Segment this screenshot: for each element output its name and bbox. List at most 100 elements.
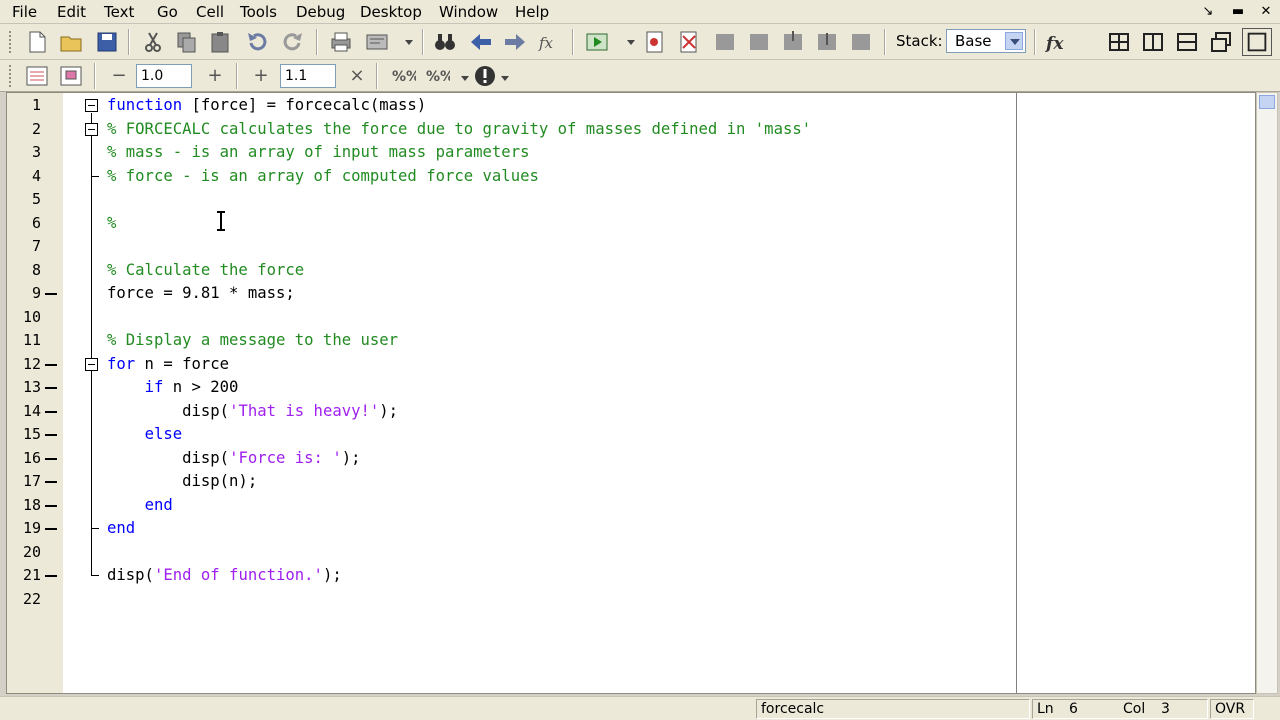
stack-select[interactable]: Base [946,29,1026,53]
multiply-button[interactable]: × [346,64,368,88]
save-icon[interactable] [94,29,120,55]
code-line[interactable]: 9 force = 9.81 * mass; [7,282,1255,306]
breakpoint-dash-marker[interactable] [45,363,57,366]
cut-icon[interactable] [140,29,166,55]
evaluate-cell-icon[interactable] [58,63,84,89]
increment-plus-button[interactable]: + [250,64,272,88]
fold-toggle-icon[interactable] [85,99,98,112]
undock-icon[interactable]: ↘ [1198,2,1218,22]
code-line[interactable]: 3 % mass - is an array of input mass para… [7,141,1255,165]
code-line[interactable]: 22 [7,588,1255,612]
toolbar-grip[interactable] [8,30,12,54]
close-icon[interactable]: ✕ [1256,2,1276,22]
code-line[interactable]: 12 for n = force [7,353,1255,377]
forward-arrow-icon[interactable] [502,29,528,55]
divide-plus-button[interactable]: + [204,64,226,88]
menu-window[interactable]: Window [439,2,498,22]
find-binoculars-icon[interactable] [432,29,458,55]
tile-grid-icon[interactable] [1106,29,1132,55]
split-horizontal-icon[interactable] [1174,29,1200,55]
menu-debug[interactable]: Debug [296,2,345,22]
breakpoint-dash-marker[interactable] [45,504,57,507]
code-line[interactable]: 7 [7,235,1255,259]
step-out-icon[interactable] [780,29,806,55]
back-arrow-icon[interactable] [468,29,494,55]
decrement-value-field[interactable]: 1.0 [136,64,192,88]
open-folder-icon[interactable] [58,29,84,55]
code-line[interactable]: 13 if n > 200 [7,376,1255,400]
paste-icon[interactable] [208,29,234,55]
increment-value-field[interactable]: 1.1 [280,64,336,88]
code-line[interactable]: 16 disp('Force is: '); [7,447,1255,471]
code-line[interactable]: 6% [7,212,1255,236]
breakpoint-dash-marker[interactable] [45,387,57,389]
menu-go[interactable]: Go [157,2,178,22]
cell-percent-plus-icon[interactable]: %% [390,63,416,89]
breakpoint-dash-marker[interactable] [45,410,57,413]
maximize-document-icon[interactable] [1242,28,1272,56]
dropdown-arrow-icon[interactable] [618,29,644,55]
breakpoint-dash-marker[interactable] [45,575,57,577]
exit-debug-icon[interactable] [848,29,874,55]
step-icon[interactable] [712,29,738,55]
step-in-icon[interactable] [746,29,772,55]
toolbar-grip[interactable] [8,64,12,88]
menu-desktop[interactable]: Desktop [360,2,422,22]
menu-text[interactable]: Text [104,2,134,22]
code-line[interactable]: 10 [7,306,1255,330]
code-line[interactable]: 20 [7,541,1255,565]
dropdown-arrow-icon[interactable] [492,63,518,89]
line-number: 18 [22,495,41,514]
menu-file[interactable]: File [12,2,37,22]
vertical-scrollbar[interactable] [1256,92,1278,694]
chevron-down-icon[interactable] [1005,32,1023,50]
code-editor[interactable]: 1 function [force] = forcecalc(mass) 2 % FO… [6,92,1256,694]
menu-edit[interactable]: Edit [57,2,86,22]
code-line[interactable]: 18 end [7,494,1255,518]
code-line[interactable]: 17 disp(n); [7,470,1255,494]
float-window-icon[interactable] [1208,29,1234,55]
fold-toggle-icon[interactable] [85,122,98,136]
code-line[interactable]: 14 disp('That is heavy!'); [7,400,1255,424]
print-icon[interactable] [328,29,354,55]
menu-cell[interactable]: Cell [196,2,224,22]
fold-end-marker [91,164,99,177]
breakpoint-dash-marker[interactable] [45,457,57,460]
fx-icon[interactable]: fx [1044,29,1070,55]
dropdown-arrow-icon[interactable] [396,29,422,55]
clear-breakpoints-icon[interactable] [676,29,702,55]
set-breakpoint-icon[interactable] [642,29,668,55]
code-line[interactable]: 11 % Display a message to the user [7,329,1255,353]
copy-icon[interactable] [174,29,200,55]
menu-tools[interactable]: Tools [240,2,277,22]
undo-icon[interactable] [244,29,270,55]
function-browser-icon[interactable]: fx [536,29,562,55]
publish-icon[interactable] [364,29,390,55]
code-line[interactable]: 5 [7,188,1255,212]
redo-icon[interactable] [280,29,306,55]
new-file-icon[interactable] [24,29,50,55]
scroll-up-icon[interactable] [1259,95,1275,109]
code-line[interactable]: 2 % FORCECALC calculates the force due to… [7,118,1255,142]
menu-help[interactable]: Help [515,2,549,22]
continue-icon[interactable] [814,29,840,55]
minimize-icon[interactable]: ▬ [1228,2,1248,22]
run-icon[interactable] [584,29,610,55]
breakpoint-dash-marker[interactable] [45,481,57,483]
code-line[interactable]: 21 disp('End of function.'); [7,564,1255,588]
code-token: force = 9.81 * mass; [107,284,295,302]
cell-percent-minus-icon[interactable]: %% [424,63,450,89]
code-line[interactable]: 15 else [7,423,1255,447]
code-line[interactable]: 4 % force - is an array of computed force… [7,165,1255,189]
breakpoint-dash-marker[interactable] [45,293,57,295]
code-line[interactable]: 19 end [7,517,1255,541]
breakpoint-dash-marker[interactable] [45,528,57,530]
split-vertical-icon[interactable] [1140,29,1166,55]
breakpoint-dash-marker[interactable] [45,434,57,436]
code-line[interactable]: 1 function [force] = forcecalc(mass) [7,94,1255,118]
fold-toggle-icon[interactable] [85,357,98,371]
code-line[interactable]: 8 % Calculate the force [7,259,1255,283]
decrement-minus-button[interactable]: − [108,64,130,88]
separator [94,63,96,89]
insert-cell-icon[interactable] [24,63,50,89]
